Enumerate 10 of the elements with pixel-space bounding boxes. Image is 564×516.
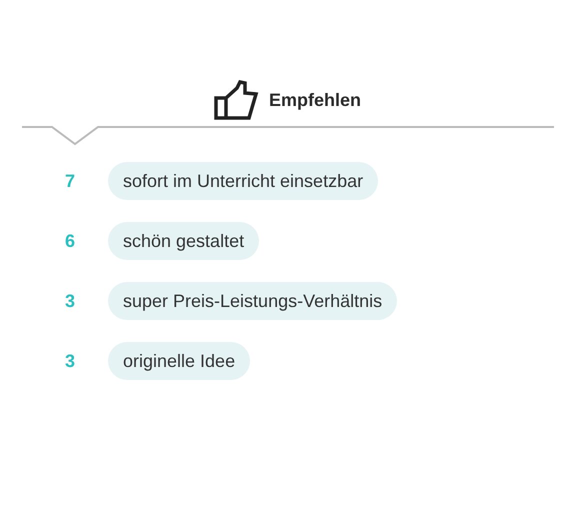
recommendation-tag: schön gestaltet	[108, 222, 260, 260]
heading-label: Empfehlen	[268, 90, 361, 110]
recommendation-count: 3	[65, 350, 76, 372]
thumbs-up-icon	[212, 80, 259, 120]
recommendation-count: 6	[65, 230, 76, 252]
recommendation-tag: sofort im Unterricht einsetzbar	[108, 162, 378, 200]
recommendation-tag: super Preis-Leistungs-Verhältnis	[108, 282, 398, 320]
recommendation-count: 3	[65, 290, 76, 312]
recommendation-count: 7	[65, 170, 76, 192]
recommendation-tag: originelle Idee	[108, 342, 250, 380]
